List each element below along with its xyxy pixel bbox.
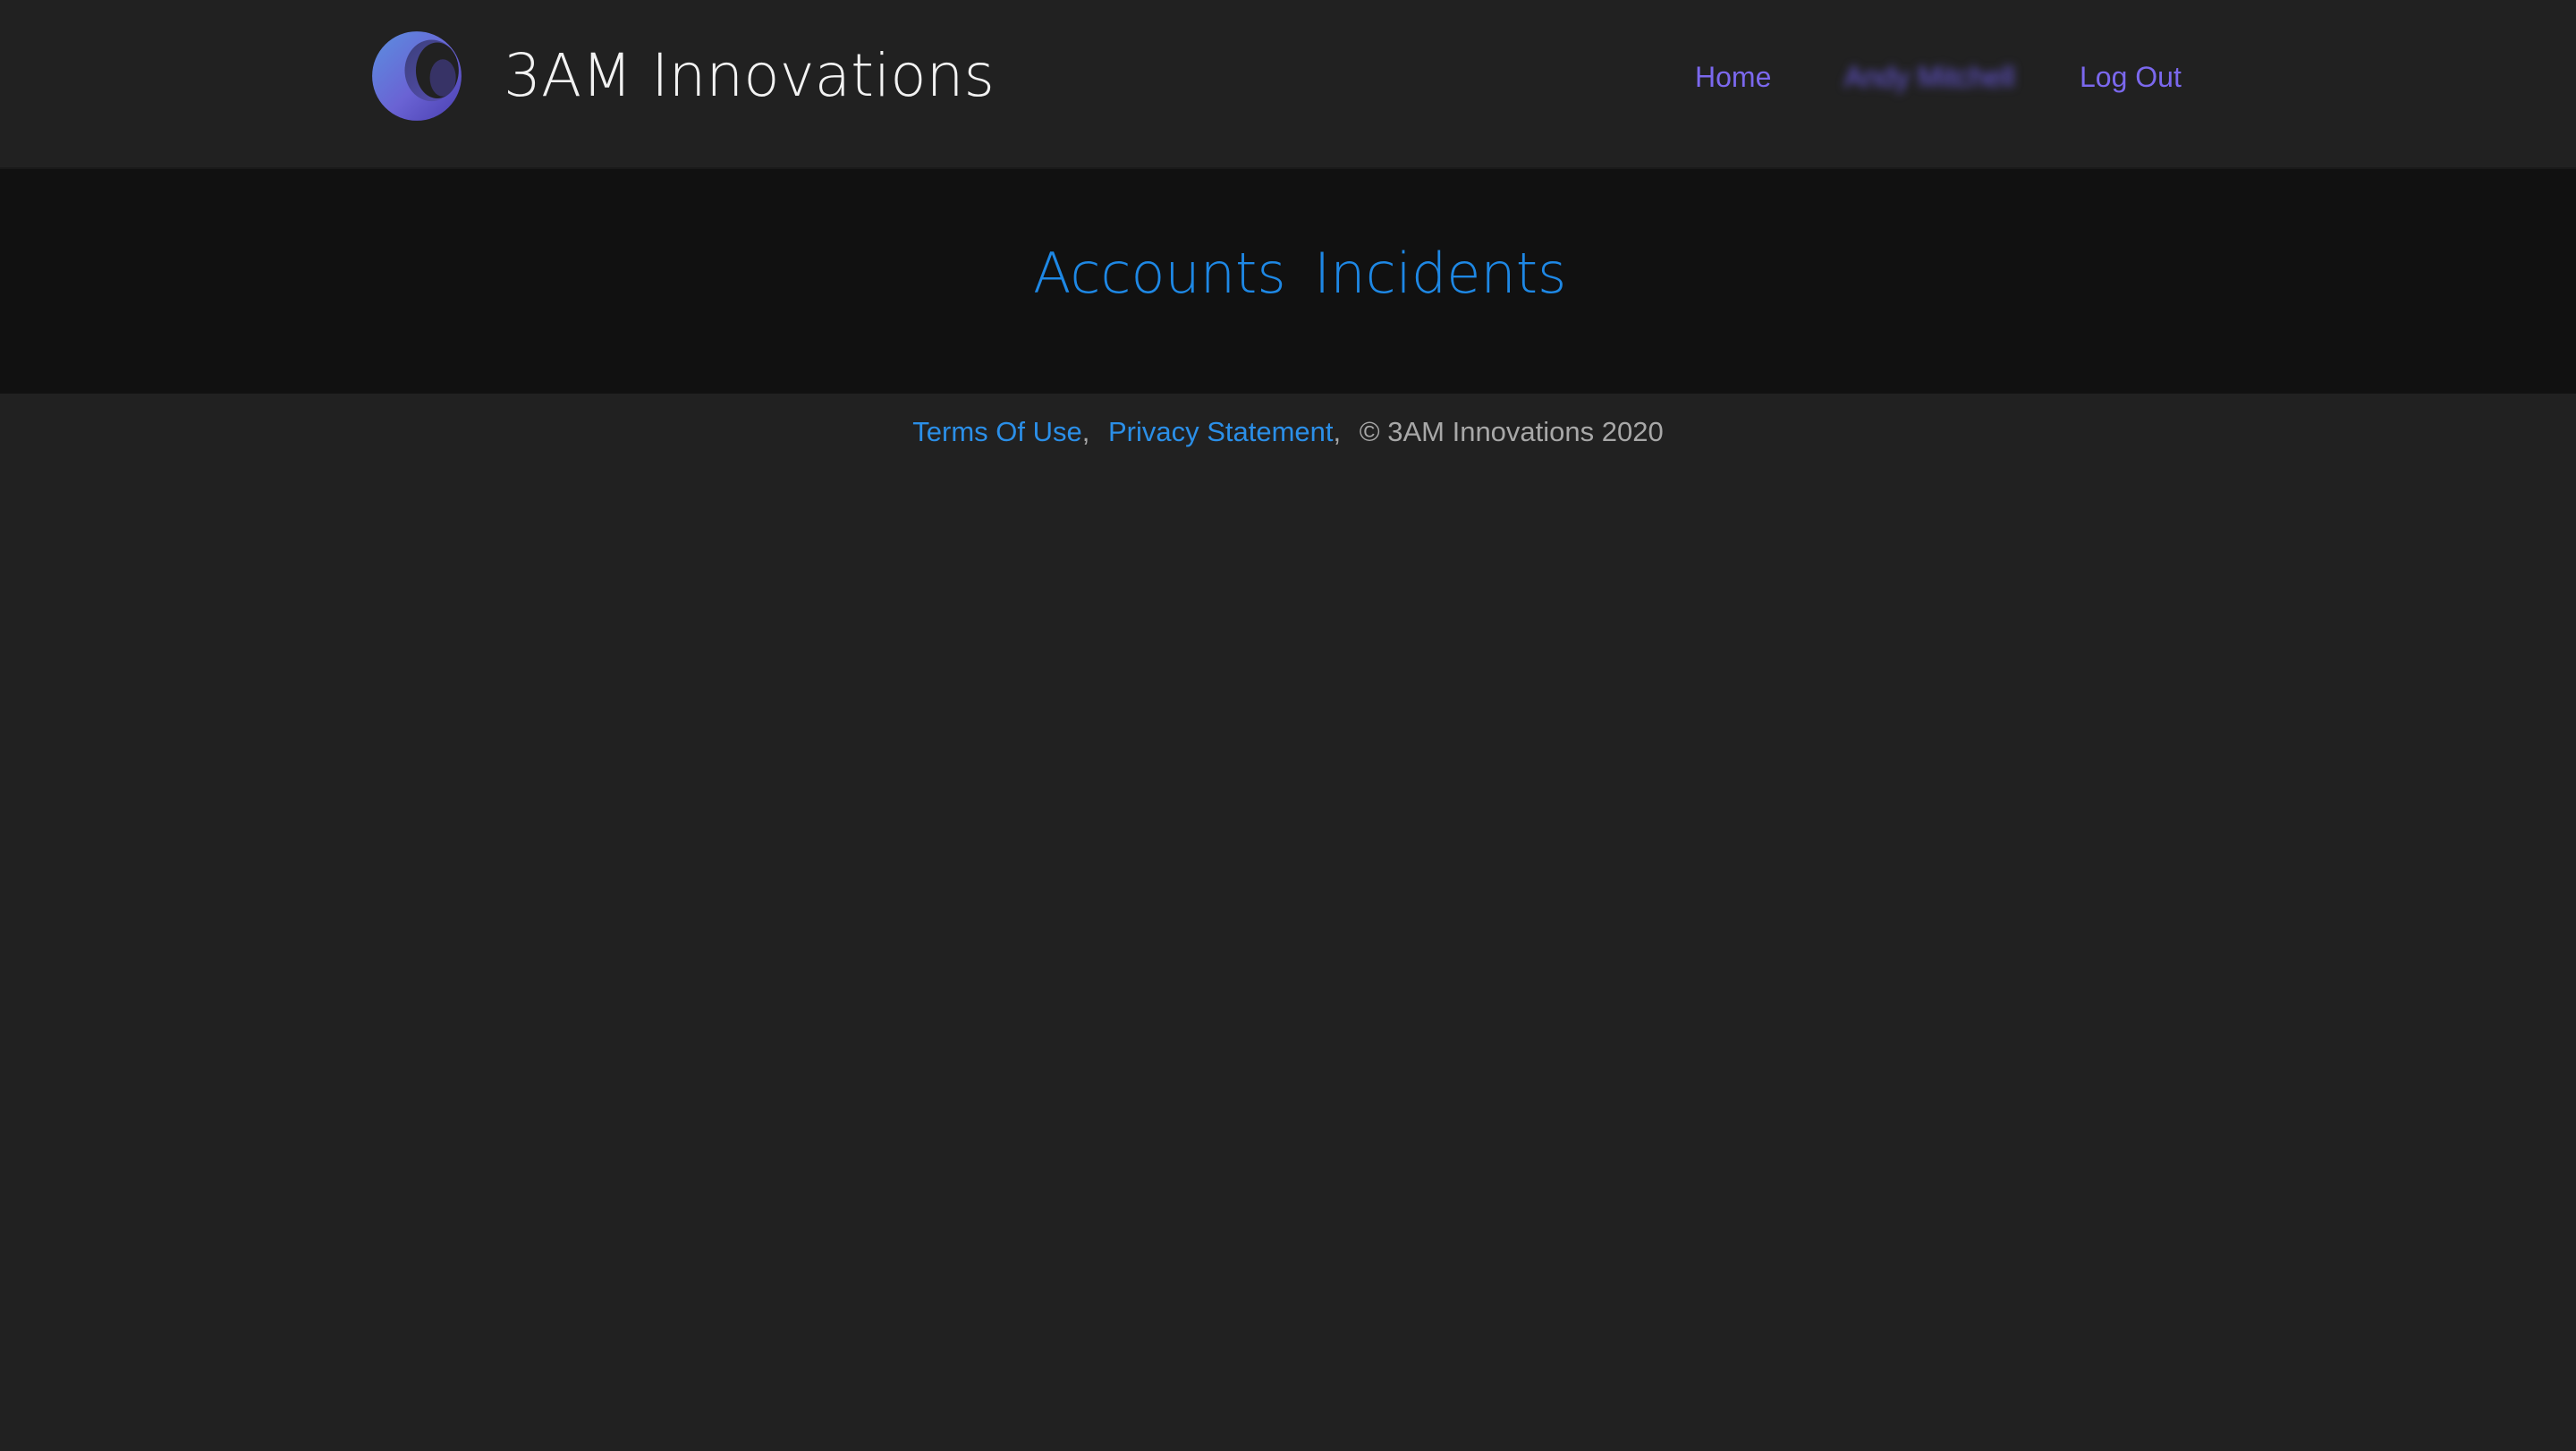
nav-log-out-link[interactable]: Log Out [2080,59,2182,95]
brand-title: 3AM Innovations [504,41,995,110]
footer-separator: , [1081,416,1090,447]
site-footer: Terms Of Use, Privacy Statement, © 3AM I… [0,413,2576,451]
accounts-link[interactable]: Accounts [1033,238,1286,310]
incidents-link[interactable]: Incidents [1314,238,1566,310]
terms-of-use-link[interactable]: Terms Of Use [912,416,1081,447]
site-header: 3AM Innovations Home Andy Mitchell Log O… [0,0,2576,169]
privacy-statement-link[interactable]: Privacy Statement [1108,416,1334,447]
nav-user-name-link[interactable]: Andy Mitchell [1844,59,2014,95]
footer-separator: , [1333,416,1342,447]
section-nav-band [0,169,2576,394]
copyright-text: © 3AM Innovations 2020 [1359,416,1664,447]
crescent-moon-logo-icon[interactable] [370,30,463,123]
nav-home-link[interactable]: Home [1695,59,1771,95]
